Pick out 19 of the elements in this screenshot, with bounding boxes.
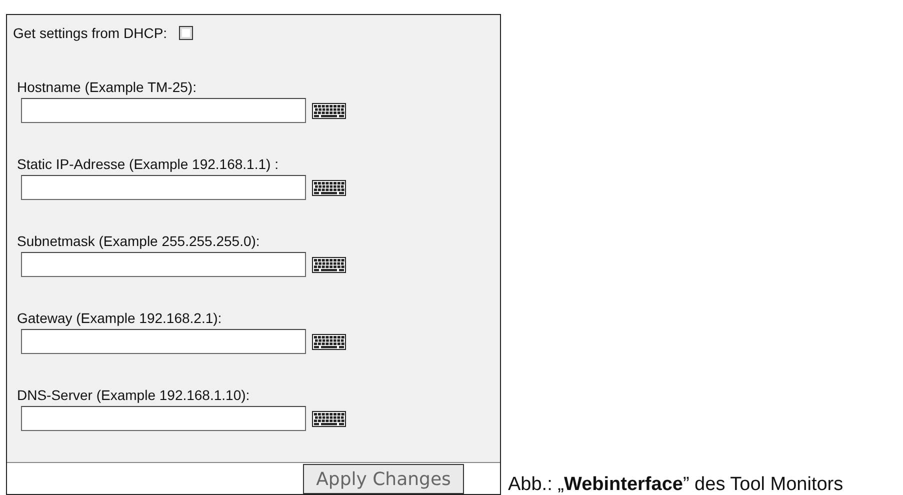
input-field[interactable] <box>21 329 306 354</box>
field-label: Hostname (Example TM-25): <box>17 79 198 97</box>
input-field[interactable] <box>21 175 306 200</box>
input-field[interactable] <box>21 406 306 431</box>
dhcp-label: Get settings from DHCP: <box>13 25 168 41</box>
keyboard-icon[interactable] <box>312 256 346 272</box>
dhcp-checkbox[interactable] <box>179 26 194 40</box>
keyboard-icon[interactable] <box>312 334 346 350</box>
input-field[interactable] <box>21 98 306 123</box>
keyboard-icon[interactable] <box>312 180 346 196</box>
field-label: Gateway (Example 192.168.2.1): <box>17 310 223 328</box>
figure-caption: Abb.: „Webinterface” des Tool Monitors <box>508 474 844 495</box>
field-label: DNS-Server (Example 192.168.1.10): <box>17 387 251 405</box>
field-label: Subnetmask (Example 255.255.255.0): <box>17 233 261 251</box>
input-field[interactable] <box>21 252 306 277</box>
keyboard-icon[interactable] <box>312 410 346 426</box>
field-label: Static IP-Adresse (Example 192.168.1.1) : <box>17 156 280 174</box>
apply-changes-button[interactable]: Apply Changes <box>303 464 464 494</box>
keyboard-icon[interactable] <box>312 102 346 118</box>
